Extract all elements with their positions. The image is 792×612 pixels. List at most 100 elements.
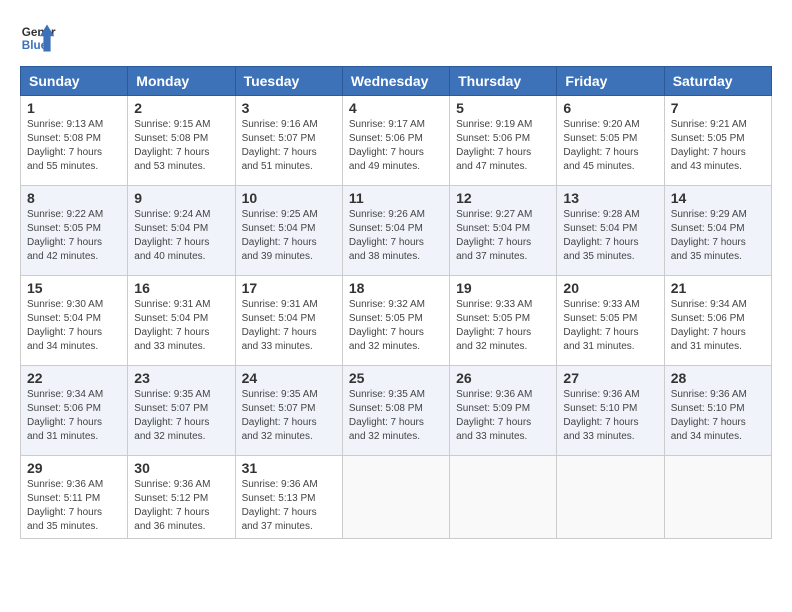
day-info: Sunrise: 9:20 AMSunset: 5:05 PMDaylight:…: [563, 118, 657, 174]
calendar-table: SundayMondayTuesdayWednesdayThursdayFrid…: [20, 66, 772, 539]
day-info: Sunrise: 9:17 AMSunset: 5:06 PMDaylight:…: [349, 118, 443, 174]
calendar-cell: 24 Sunrise: 9:35 AMSunset: 5:07 PMDayligh…: [235, 366, 342, 456]
page-header: General Blue: [20, 20, 772, 56]
calendar-cell: [557, 456, 664, 539]
day-info: Sunrise: 9:16 AMSunset: 5:07 PMDaylight:…: [242, 118, 336, 174]
day-of-week-header: Monday: [128, 67, 235, 96]
day-number: 6: [563, 100, 657, 116]
day-number: 4: [349, 100, 443, 116]
day-info: Sunrise: 9:32 AMSunset: 5:05 PMDaylight:…: [349, 298, 443, 354]
calendar-header-row: SundayMondayTuesdayWednesdayThursdayFrid…: [21, 67, 772, 96]
day-number: 30: [134, 460, 228, 476]
day-info: Sunrise: 9:19 AMSunset: 5:06 PMDaylight:…: [456, 118, 550, 174]
day-of-week-header: Saturday: [664, 67, 771, 96]
day-number: 27: [563, 370, 657, 386]
day-number: 16: [134, 280, 228, 296]
calendar-cell: [664, 456, 771, 539]
day-number: 9: [134, 190, 228, 206]
day-of-week-header: Thursday: [450, 67, 557, 96]
day-number: 22: [27, 370, 121, 386]
calendar-cell: 8 Sunrise: 9:22 AMSunset: 5:05 PMDaylight…: [21, 186, 128, 276]
day-info: Sunrise: 9:36 AMSunset: 5:13 PMDaylight:…: [242, 478, 336, 534]
calendar-cell: 2 Sunrise: 9:15 AMSunset: 5:08 PMDaylight…: [128, 96, 235, 186]
day-info: Sunrise: 9:13 AMSunset: 5:08 PMDaylight:…: [27, 118, 121, 174]
day-info: Sunrise: 9:24 AMSunset: 5:04 PMDaylight:…: [134, 208, 228, 264]
day-number: 8: [27, 190, 121, 206]
calendar-cell: 25 Sunrise: 9:35 AMSunset: 5:08 PMDayligh…: [342, 366, 449, 456]
day-number: 11: [349, 190, 443, 206]
day-info: Sunrise: 9:15 AMSunset: 5:08 PMDaylight:…: [134, 118, 228, 174]
logo-icon: General Blue: [20, 20, 56, 56]
calendar-cell: 7 Sunrise: 9:21 AMSunset: 5:05 PMDaylight…: [664, 96, 771, 186]
day-info: Sunrise: 9:36 AMSunset: 5:10 PMDaylight:…: [563, 388, 657, 444]
day-info: Sunrise: 9:35 AMSunset: 5:07 PMDaylight:…: [242, 388, 336, 444]
calendar-cell: 11 Sunrise: 9:26 AMSunset: 5:04 PMDayligh…: [342, 186, 449, 276]
calendar-cell: 26 Sunrise: 9:36 AMSunset: 5:09 PMDayligh…: [450, 366, 557, 456]
day-info: Sunrise: 9:27 AMSunset: 5:04 PMDaylight:…: [456, 208, 550, 264]
calendar-cell: 22Sunrise: 9:34 AMSunset: 5:06 PMDayligh…: [21, 366, 128, 456]
day-info: Sunrise: 9:36 AMSunset: 5:09 PMDaylight:…: [456, 388, 550, 444]
day-number: 24: [242, 370, 336, 386]
day-of-week-header: Sunday: [21, 67, 128, 96]
day-number: 18: [349, 280, 443, 296]
calendar-cell: 17Sunrise: 9:31 AMSunset: 5:04 PMDayligh…: [235, 276, 342, 366]
day-info: Sunrise: 9:36 AMSunset: 5:11 PMDaylight:…: [27, 478, 121, 534]
calendar-cell: 27 Sunrise: 9:36 AMSunset: 5:10 PMDayligh…: [557, 366, 664, 456]
calendar-cell: [450, 456, 557, 539]
day-number: 21: [671, 280, 765, 296]
calendar-cell: 3 Sunrise: 9:16 AMSunset: 5:07 PMDaylight…: [235, 96, 342, 186]
calendar-cell: 12 Sunrise: 9:27 AMSunset: 5:04 PMDayligh…: [450, 186, 557, 276]
day-info: Sunrise: 9:21 AMSunset: 5:05 PMDaylight:…: [671, 118, 765, 174]
calendar-cell: 4 Sunrise: 9:17 AMSunset: 5:06 PMDaylight…: [342, 96, 449, 186]
day-number: 20: [563, 280, 657, 296]
day-info: Sunrise: 9:28 AMSunset: 5:04 PMDaylight:…: [563, 208, 657, 264]
day-info: Sunrise: 9:25 AMSunset: 5:04 PMDaylight:…: [242, 208, 336, 264]
calendar-cell: 1Sunrise: 9:13 AMSunset: 5:08 PMDaylight…: [21, 96, 128, 186]
calendar-cell: 6 Sunrise: 9:20 AMSunset: 5:05 PMDaylight…: [557, 96, 664, 186]
day-number: 25: [349, 370, 443, 386]
day-of-week-header: Tuesday: [235, 67, 342, 96]
day-number: 28: [671, 370, 765, 386]
calendar-cell: 14Sunrise: 9:29 AMSunset: 5:04 PMDayligh…: [664, 186, 771, 276]
day-number: 31: [242, 460, 336, 476]
day-number: 13: [563, 190, 657, 206]
day-info: Sunrise: 9:35 AMSunset: 5:08 PMDaylight:…: [349, 388, 443, 444]
calendar-cell: 28 Sunrise: 9:36 AMSunset: 5:10 PMDayligh…: [664, 366, 771, 456]
day-info: Sunrise: 9:35 AMSunset: 5:07 PMDaylight:…: [134, 388, 228, 444]
calendar-cell: 20Sunrise: 9:33 AMSunset: 5:05 PMDayligh…: [557, 276, 664, 366]
calendar-cell: 23Sunrise: 9:35 AMSunset: 5:07 PMDayligh…: [128, 366, 235, 456]
day-number: 19: [456, 280, 550, 296]
day-number: 7: [671, 100, 765, 116]
day-info: Sunrise: 9:36 AMSunset: 5:12 PMDaylight:…: [134, 478, 228, 534]
calendar-cell: 5 Sunrise: 9:19 AMSunset: 5:06 PMDaylight…: [450, 96, 557, 186]
calendar-cell: 10Sunrise: 9:25 AMSunset: 5:04 PMDayligh…: [235, 186, 342, 276]
calendar-cell: 29 Sunrise: 9:36 AMSunset: 5:11 PMDayligh…: [21, 456, 128, 539]
day-number: 3: [242, 100, 336, 116]
day-of-week-header: Friday: [557, 67, 664, 96]
day-number: 2: [134, 100, 228, 116]
day-of-week-header: Wednesday: [342, 67, 449, 96]
calendar-cell: 31 Sunrise: 9:36 AMSunset: 5:13 PMDayligh…: [235, 456, 342, 539]
day-info: Sunrise: 9:36 AMSunset: 5:10 PMDaylight:…: [671, 388, 765, 444]
calendar-cell: 13 Sunrise: 9:28 AMSunset: 5:04 PMDayligh…: [557, 186, 664, 276]
calendar-week-row: 15 Sunrise: 9:30 AMSunset: 5:04 PMDayligh…: [21, 276, 772, 366]
day-info: Sunrise: 9:26 AMSunset: 5:04 PMDaylight:…: [349, 208, 443, 264]
calendar-week-row: 29 Sunrise: 9:36 AMSunset: 5:11 PMDayligh…: [21, 456, 772, 539]
calendar-cell: 9 Sunrise: 9:24 AMSunset: 5:04 PMDaylight…: [128, 186, 235, 276]
day-number: 5: [456, 100, 550, 116]
calendar-cell: 19Sunrise: 9:33 AMSunset: 5:05 PMDayligh…: [450, 276, 557, 366]
day-number: 12: [456, 190, 550, 206]
day-info: Sunrise: 9:30 AMSunset: 5:04 PMDaylight:…: [27, 298, 121, 354]
day-number: 15: [27, 280, 121, 296]
day-number: 29: [27, 460, 121, 476]
calendar-week-row: 1Sunrise: 9:13 AMSunset: 5:08 PMDaylight…: [21, 96, 772, 186]
logo: General Blue: [20, 20, 56, 56]
day-number: 17: [242, 280, 336, 296]
calendar-cell: 18 Sunrise: 9:32 AMSunset: 5:05 PMDayligh…: [342, 276, 449, 366]
day-info: Sunrise: 9:31 AMSunset: 5:04 PMDaylight:…: [134, 298, 228, 354]
calendar-week-row: 22Sunrise: 9:34 AMSunset: 5:06 PMDayligh…: [21, 366, 772, 456]
day-info: Sunrise: 9:34 AMSunset: 5:06 PMDaylight:…: [671, 298, 765, 354]
day-info: Sunrise: 9:22 AMSunset: 5:05 PMDaylight:…: [27, 208, 121, 264]
day-number: 26: [456, 370, 550, 386]
calendar-cell: 21 Sunrise: 9:34 AMSunset: 5:06 PMDayligh…: [664, 276, 771, 366]
